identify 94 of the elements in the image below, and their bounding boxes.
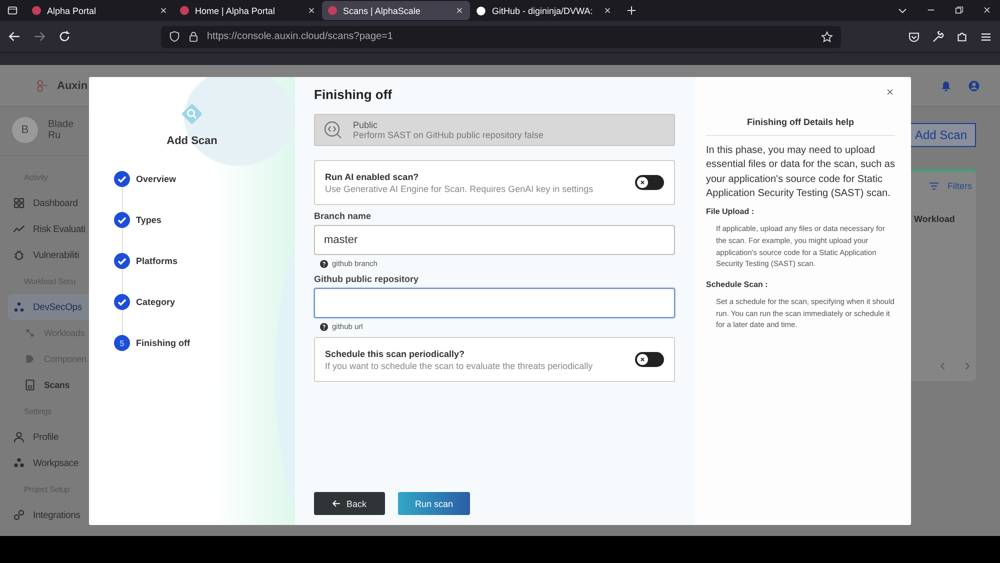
logo-icon [36, 79, 49, 92]
tab-favicon [180, 6, 189, 15]
tab-favicon [32, 6, 41, 15]
bug-icon [13, 249, 25, 261]
sidebar-item[interactable]: Workpsace [0, 450, 89, 476]
shield-icon [169, 31, 180, 42]
column-header: Workload [913, 214, 956, 224]
forward-arrow-icon [33, 30, 46, 43]
input-field[interactable]: master [314, 225, 675, 255]
tabs-icon [7, 5, 18, 16]
help-heading: File Upload : [706, 207, 755, 216]
puzzle-icon [956, 30, 968, 42]
toggle-title: Schedule this scan periodically? [325, 348, 466, 358]
code-search-icon [323, 120, 343, 140]
step-number: 5 [114, 335, 130, 351]
sidebar-item[interactable]: Risk Evaluati [0, 216, 89, 242]
help-heading: Schedule Scan : [706, 280, 769, 289]
sidebar-item-label: DevSecOps [33, 302, 82, 312]
field-label: Github public repository [314, 274, 420, 284]
run-scan-button[interactable]: Run scan [398, 492, 470, 515]
toggle-description: Use Generative AI Engine for Scan. Requires GenAI key in settings [325, 184, 594, 194]
scan-type-description: Perform SAST on GitHub public repository false [353, 130, 544, 140]
dialog-title: Add Scan [166, 135, 218, 147]
filters-label: Filters [948, 181, 972, 191]
people-icon [13, 457, 25, 469]
wrench-icon [932, 30, 944, 42]
close-icon [307, 6, 316, 15]
toggle-title: Run AI enabled scan? [325, 172, 420, 182]
person-icon [13, 431, 25, 443]
toggle-description: If you want to schedule the scan to evaluate the threats periodically [325, 360, 594, 370]
close-icon [159, 6, 168, 15]
section-heading: Finishing off [314, 87, 393, 102]
nodes-icon [24, 327, 36, 339]
reload-icon [58, 30, 71, 43]
help-icon [320, 322, 328, 330]
browser-tab[interactable]: GitHub - digininja/DVWA: [470, 1, 618, 20]
browser-tab[interactable]: Alpha Portal [26, 1, 174, 20]
back-arrow-icon [8, 30, 21, 43]
sidebar-item[interactable]: DevSecOps [8, 294, 89, 320]
close-icon [640, 180, 645, 185]
menu-icon [980, 30, 992, 42]
grid-icon [13, 197, 25, 209]
sidebar-item-label: Scans [44, 380, 70, 390]
browser-tab[interactable]: Home | Alpha Portal [174, 1, 322, 20]
user-name: Blade Ru [48, 119, 75, 141]
field-label: Branch name [314, 211, 372, 221]
tab-favicon [328, 6, 337, 15]
step-label: Category [136, 297, 176, 307]
link-icon [13, 509, 25, 521]
sidebar-item[interactable]: Profile [0, 424, 89, 450]
step-label: Finishing off [136, 338, 190, 348]
close-icon [455, 6, 464, 15]
sidebar-item[interactable]: Vulnerabiliti [0, 242, 89, 268]
address-bar[interactable]: https://console.auxin.cloud/scans?page=1 [161, 26, 841, 48]
toggle-switch[interactable] [635, 352, 664, 367]
close-icon [603, 6, 612, 15]
star-icon [821, 30, 833, 42]
user-avatar: B [12, 117, 38, 143]
sidebar-item-label: Workpsace [33, 458, 79, 468]
sidebar-item[interactable]: Scans [0, 372, 89, 398]
arrow-left-icon [332, 499, 342, 508]
sidebar-item-label: Integrations [33, 510, 80, 520]
restore-icon [954, 5, 964, 15]
browser-tab[interactable]: Scans | AlphaScale [322, 1, 470, 20]
tag-icon [24, 353, 36, 365]
toggle-switch[interactable] [635, 175, 664, 190]
chart-line-icon [13, 223, 25, 235]
document-icon [24, 379, 36, 391]
help-text: In this phase, you may need to upload essential files or data for the scan, such as your application's source code for Static Application Security Testing (SAST) scan. [706, 144, 895, 201]
sidebar-item-label: Vulnerabiliti [33, 250, 80, 260]
help-icon [320, 260, 328, 268]
step-label: Overview [136, 174, 176, 184]
filter-icon [928, 180, 940, 192]
back-button[interactable]: Back [314, 492, 385, 515]
sidebar-item-label: Risk Evaluati [33, 224, 86, 234]
scan-type-title: Public [353, 120, 379, 130]
close-icon [640, 357, 645, 362]
bell-icon [940, 80, 952, 92]
app-logo: Auxin [57, 80, 88, 92]
nodes-icon [13, 301, 25, 313]
step-label: Platforms [136, 256, 178, 266]
lock-icon [188, 31, 199, 42]
sidebar-item[interactable]: Integrations [0, 502, 89, 528]
input-field[interactable] [314, 288, 675, 318]
help-title: Finishing off Details help [706, 117, 895, 136]
new-tab-icon [626, 5, 637, 16]
step-label: Types [136, 215, 162, 225]
user-circle-icon [968, 80, 980, 92]
pocket-icon [908, 30, 920, 42]
close-button[interactable] [885, 87, 895, 97]
sidebar-item-label: Profile [33, 432, 59, 442]
close-icon [982, 5, 992, 15]
sidebar-item[interactable]: Dashboard [0, 190, 89, 216]
sidebar-item-label: Dashboard [33, 198, 78, 208]
